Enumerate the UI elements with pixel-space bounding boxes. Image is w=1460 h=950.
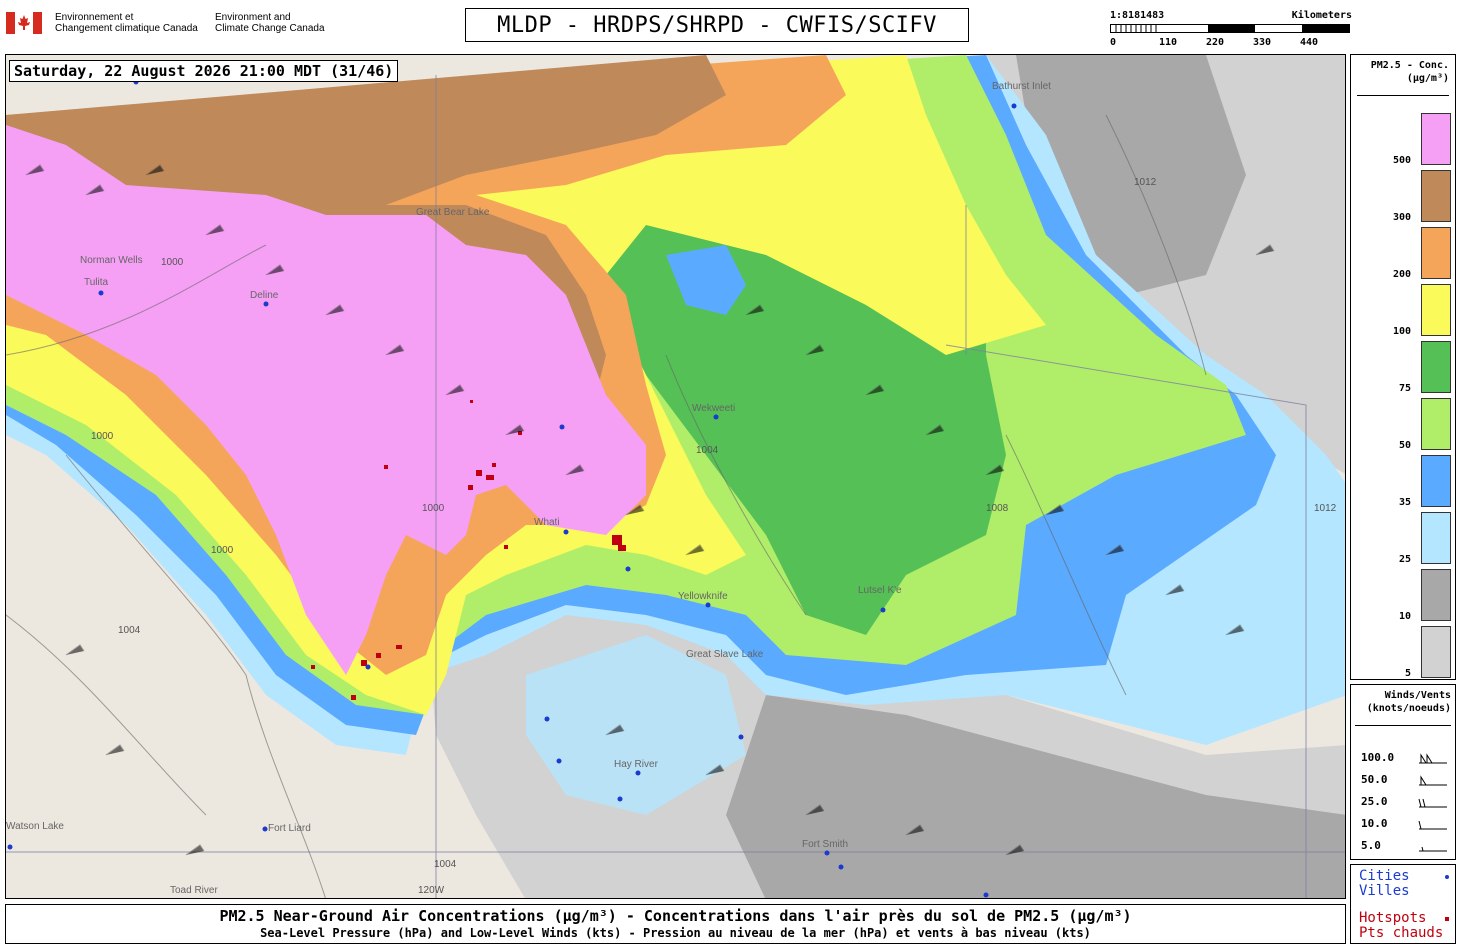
forecast-map[interactable]: Norman Wells Tulita Deline Wekweeti What…	[5, 54, 1346, 899]
place-label: Great Bear Lake	[416, 207, 490, 218]
wind-speed-label: 5.0	[1361, 839, 1381, 852]
isobar-label: 1012	[1134, 177, 1157, 188]
scale-tick: 440	[1300, 37, 1319, 48]
legend-swatch	[1421, 455, 1451, 507]
isobar-label: 1000	[422, 503, 445, 514]
map-caption: PM2.5 Near-Ground Air Concentrations (μg…	[5, 904, 1346, 944]
isobar-label: 1012	[1314, 503, 1337, 514]
legend-swatch	[1421, 170, 1451, 222]
legend-swatch	[1421, 626, 1451, 678]
scale-tick: 110	[1159, 37, 1178, 48]
legend-swatch	[1421, 227, 1451, 279]
isobar-label: 1000	[91, 431, 114, 442]
graticule-label: 120W	[418, 885, 445, 896]
legend-value-label: 10	[1398, 611, 1411, 622]
legend-divider	[1357, 95, 1449, 96]
legend-value-label: 75	[1398, 383, 1411, 394]
agency-name-english: Environment and Climate Change Canada	[215, 12, 325, 34]
place-label: Lutsel K'e	[858, 585, 902, 596]
scale-tick: 330	[1253, 37, 1272, 48]
wind-speed-label: 25.0	[1361, 795, 1388, 808]
scale-unit: Kilometers	[1291, 10, 1352, 21]
caption-line-2: Sea-Level Pressure (hPa) and Low-Level W…	[260, 926, 1091, 940]
isobar-label: 1004	[434, 859, 457, 870]
scale-bar-graphic	[1110, 24, 1350, 33]
place-label: Bathurst Inlet	[992, 81, 1051, 92]
legend-value-label: 300	[1392, 212, 1411, 223]
wind-legend: Winds/Vents (knots/noeuds) 100.0 50.0 25…	[1350, 684, 1456, 860]
legend-swatch	[1421, 113, 1451, 165]
legend-value-label: 200	[1392, 269, 1411, 280]
cities-key: Cities Villes	[1359, 868, 1410, 899]
place-label: Yellowknife	[678, 591, 728, 602]
legend-value-label: 100	[1392, 326, 1411, 337]
legend-swatch	[1421, 569, 1451, 621]
isobar-label: 1000	[211, 545, 234, 556]
canada-flag-icon	[6, 12, 42, 34]
place-label: Fort Smith	[802, 839, 849, 850]
place-label: Watson Lake	[6, 821, 64, 832]
map-key: Cities Villes Hotspots Pts chauds	[1350, 864, 1456, 944]
wind-legend-divider	[1355, 725, 1451, 726]
caption-line-1: PM2.5 Near-Ground Air Concentrations (μg…	[219, 907, 1132, 925]
place-label: Deline	[250, 290, 279, 301]
legend-value-label: 500	[1392, 155, 1411, 166]
hotspots-key: Hotspots Pts chauds	[1359, 910, 1444, 941]
wind-speed-label: 100.0	[1361, 751, 1395, 764]
hotspot-square-icon	[1445, 917, 1449, 921]
wind-barb-icon	[1418, 753, 1447, 852]
isobar-label: 1004	[118, 625, 141, 636]
scale-bar: 1:8181483 Kilometers 0 110 220 330 440	[1110, 10, 1352, 50]
wind-legend-title: Winds/Vents (knots/noeuds)	[1366, 690, 1451, 714]
legend-value-label: 50	[1398, 440, 1411, 451]
wind-speed-label: 50.0	[1361, 773, 1388, 786]
isobar-label: 1008	[986, 503, 1009, 514]
scale-ratio: 1:8181483	[1110, 10, 1165, 21]
legend-value-label: 5	[1404, 668, 1411, 679]
place-label: Whati	[534, 517, 560, 528]
scale-tick: 220	[1206, 37, 1225, 48]
pm25-legend: PM2.5 - Conc. (μg/m³) 500 300 200 100 75 50 35…	[1350, 54, 1456, 680]
place-label: Tulita	[84, 277, 109, 288]
legend-swatch	[1421, 284, 1451, 336]
isobar-label: 1004	[696, 445, 719, 456]
legend-value-label: 35	[1398, 497, 1411, 508]
place-label: Toad River	[170, 885, 218, 896]
forecast-timestamp: Saturday, 22 August 2026 21:00 MDT (31/4…	[9, 60, 399, 82]
place-label: Hay River	[614, 759, 658, 770]
legend-swatch	[1421, 512, 1451, 564]
city-dot-icon	[1445, 875, 1449, 879]
place-label: Fort Liard	[268, 823, 311, 834]
isobar-label: 1000	[161, 257, 184, 268]
agency-name-french: Environnement et Changement climatique C…	[55, 12, 198, 34]
legend-title: PM2.5 - Conc. (μg/m³)	[1370, 60, 1449, 84]
legend-swatch	[1421, 398, 1451, 450]
place-label: Wekweeti	[692, 403, 736, 414]
place-label: Great Slave Lake	[686, 649, 764, 660]
legend-value-label: 25	[1398, 554, 1411, 565]
wind-speed-label: 10.0	[1361, 817, 1388, 830]
place-label: Norman Wells	[80, 255, 143, 266]
legend-swatch	[1421, 341, 1451, 393]
scale-tick: 0	[1110, 37, 1117, 48]
product-title: MLDP - HRDPS/SHRPD - CWFIS/SCIFV	[465, 8, 969, 42]
